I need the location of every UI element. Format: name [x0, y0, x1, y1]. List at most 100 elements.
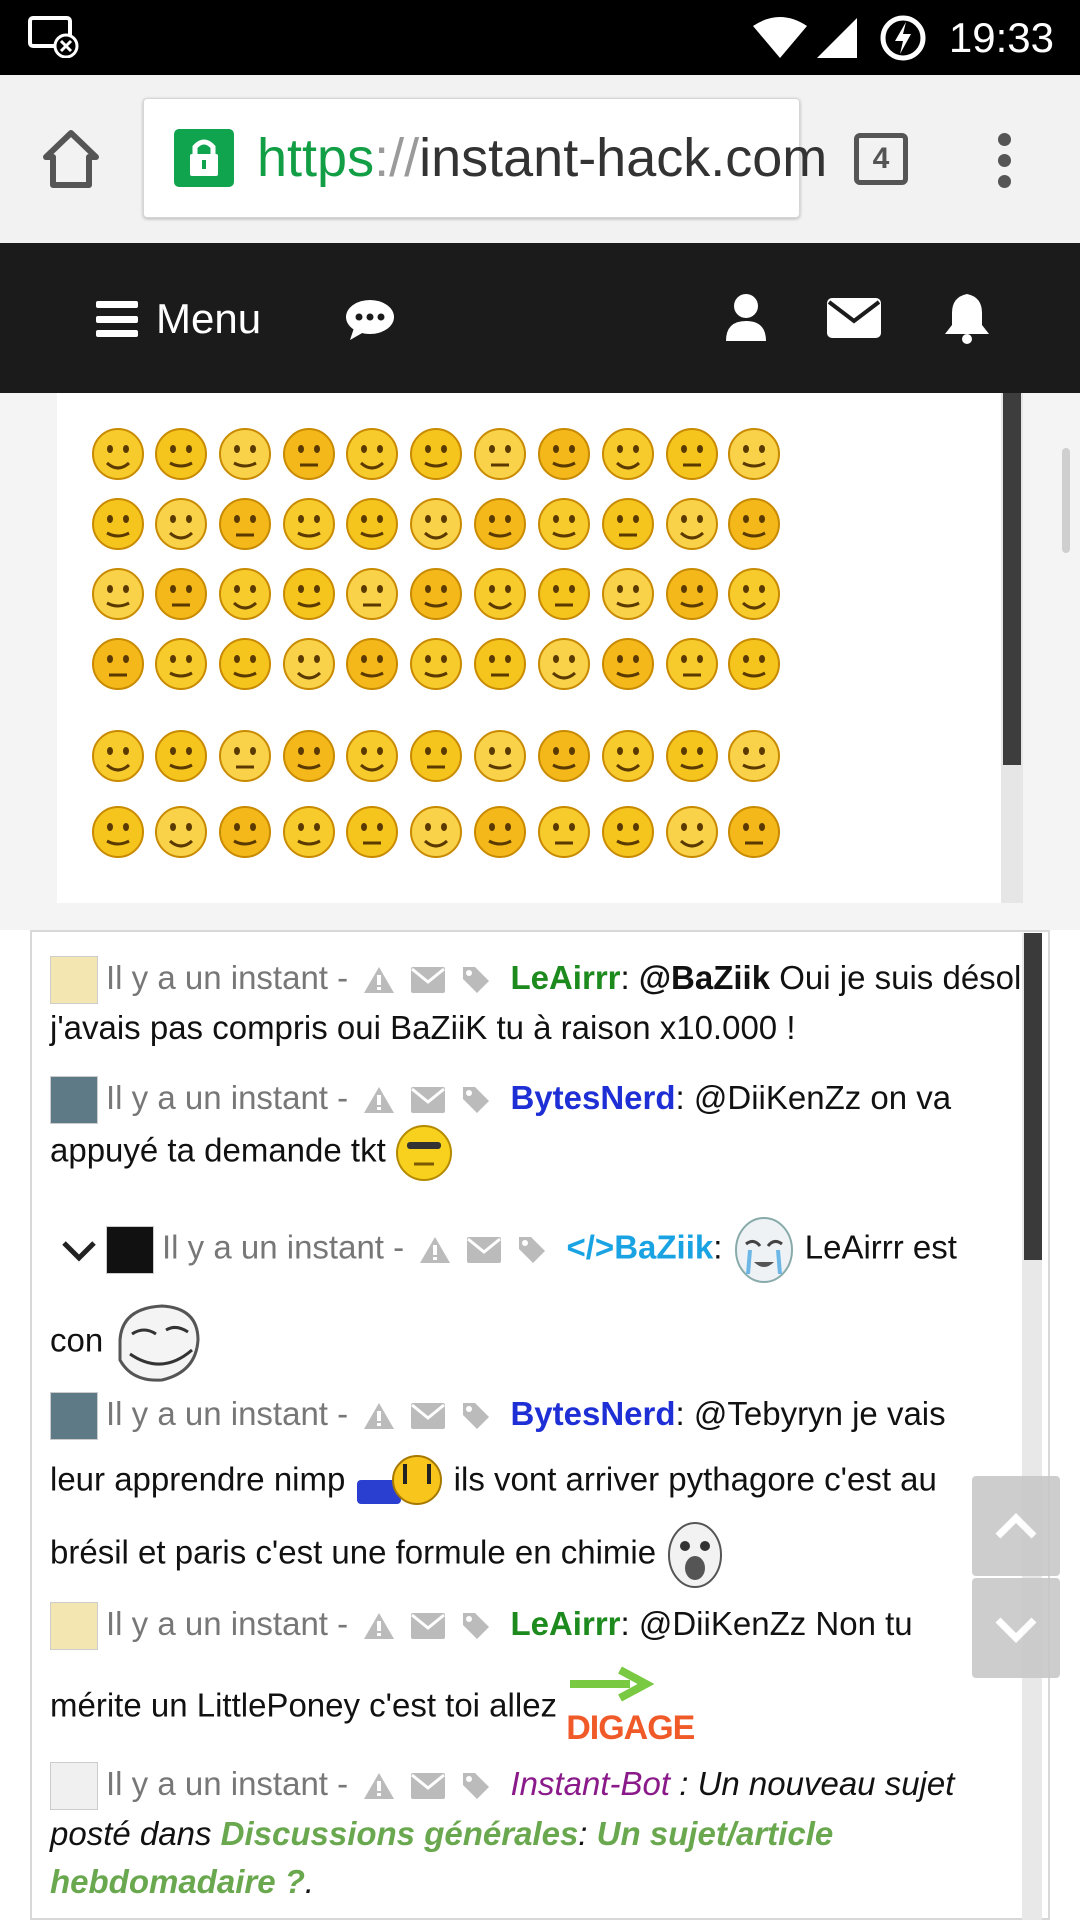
emoji-option[interactable]: [150, 423, 212, 485]
emoji-option[interactable]: [214, 563, 276, 625]
scroll-up-button[interactable]: [972, 1476, 1060, 1576]
emoji-option[interactable]: [278, 633, 340, 695]
username[interactable]: Instant-Bot: [510, 1765, 670, 1802]
emoji-option[interactable]: [405, 493, 467, 555]
emoji-option[interactable]: [150, 801, 212, 863]
username[interactable]: LeAirrr: [510, 959, 620, 996]
emoji-option[interactable]: [661, 725, 723, 787]
emoji-option[interactable]: [661, 801, 723, 863]
emoji-option[interactable]: [469, 633, 531, 695]
tag-icon[interactable]: [517, 1235, 547, 1265]
menu-button[interactable]: Menu: [96, 295, 261, 343]
tag-icon[interactable]: [461, 1085, 491, 1115]
emoji-option[interactable]: [723, 633, 785, 695]
avatar[interactable]: [50, 956, 98, 1005]
username[interactable]: BytesNerd: [510, 1395, 675, 1432]
tag-icon[interactable]: [461, 1401, 491, 1431]
emoji-option[interactable]: [87, 563, 149, 625]
envelope-icon[interactable]: [411, 1613, 446, 1640]
emoji-option[interactable]: [405, 563, 467, 625]
tag-icon[interactable]: [461, 1611, 491, 1641]
avatar[interactable]: [50, 1076, 98, 1125]
emoji-option[interactable]: [341, 801, 403, 863]
warning-icon[interactable]: [363, 1772, 395, 1800]
warning-icon[interactable]: [419, 1236, 451, 1264]
envelope-icon[interactable]: [826, 297, 882, 339]
emoji-option[interactable]: [341, 493, 403, 555]
warning-icon[interactable]: [363, 1402, 395, 1430]
tag-icon[interactable]: [461, 1771, 491, 1801]
emoji-option[interactable]: [597, 725, 659, 787]
envelope-icon[interactable]: [411, 1773, 446, 1800]
forum-link[interactable]: Discussions générales: [221, 1815, 579, 1852]
emoji-option[interactable]: [597, 633, 659, 695]
emoji-option[interactable]: [597, 423, 659, 485]
emoji-option[interactable]: [214, 801, 276, 863]
username[interactable]: BaZiik: [614, 1229, 713, 1266]
emoji-option[interactable]: [533, 563, 595, 625]
warning-icon[interactable]: [363, 1612, 395, 1640]
emoji-option[interactable]: [405, 801, 467, 863]
emoji-option[interactable]: [150, 725, 212, 787]
scroll-down-button[interactable]: [972, 1578, 1060, 1678]
emoji-option[interactable]: [278, 423, 340, 485]
emoji-option[interactable]: [469, 493, 531, 555]
emoji-option[interactable]: [723, 563, 785, 625]
emoji-option[interactable]: [661, 633, 723, 695]
warning-icon[interactable]: [363, 966, 395, 994]
more-vert-icon[interactable]: [998, 133, 1012, 189]
topic-link-cont[interactable]: hebdomadaire ?: [50, 1863, 305, 1900]
emoji-option[interactable]: [87, 423, 149, 485]
emoji-option[interactable]: [533, 725, 595, 787]
envelope-icon[interactable]: [411, 967, 446, 994]
emoji-option[interactable]: [533, 633, 595, 695]
emoji-option[interactable]: [469, 423, 531, 485]
emoji-option[interactable]: [341, 563, 403, 625]
emoji-option[interactable]: [533, 801, 595, 863]
emoji-option[interactable]: [405, 423, 467, 485]
emoji-option[interactable]: [87, 493, 149, 555]
tab-switcher-button[interactable]: 4: [854, 133, 908, 185]
emoji-option[interactable]: [469, 725, 531, 787]
emoji-option[interactable]: [723, 493, 785, 555]
warning-icon[interactable]: [363, 1086, 395, 1114]
emoji-option[interactable]: [214, 493, 276, 555]
emoji-option[interactable]: [87, 801, 149, 863]
emoji-option[interactable]: [150, 563, 212, 625]
chat-bubble-icon[interactable]: [344, 298, 396, 342]
topic-link[interactable]: Un sujet/article: [597, 1815, 834, 1852]
envelope-icon[interactable]: [467, 1237, 502, 1263]
user-icon[interactable]: [724, 293, 768, 343]
emoji-option[interactable]: [661, 563, 723, 625]
emoji-option[interactable]: [723, 725, 785, 787]
emoji-option[interactable]: [278, 493, 340, 555]
avatar[interactable]: [50, 1602, 98, 1651]
envelope-icon[interactable]: [411, 1087, 446, 1114]
emoji-option[interactable]: [87, 725, 149, 787]
emoji-option[interactable]: [469, 801, 531, 863]
emoji-scroll-track[interactable]: [1001, 393, 1023, 903]
emoji-option[interactable]: [597, 801, 659, 863]
emoji-option[interactable]: [214, 633, 276, 695]
emoji-option[interactable]: [150, 493, 212, 555]
emoji-option[interactable]: [597, 493, 659, 555]
bell-icon[interactable]: [942, 291, 992, 345]
emoji-option[interactable]: [341, 725, 403, 787]
emoji-option[interactable]: [597, 563, 659, 625]
address-bar[interactable]: https://instant-hack.com: [143, 98, 827, 218]
emoji-scroll-thumb[interactable]: [1003, 393, 1021, 765]
chat-scroll-thumb[interactable]: [1024, 933, 1042, 1260]
emoji-option[interactable]: [723, 423, 785, 485]
username[interactable]: LeAirrr: [510, 1605, 620, 1642]
emoji-option[interactable]: [661, 493, 723, 555]
avatar[interactable]: [106, 1226, 154, 1274]
envelope-icon[interactable]: [411, 1403, 446, 1430]
emoji-option[interactable]: [469, 563, 531, 625]
emoji-option[interactable]: [341, 633, 403, 695]
emoji-option[interactable]: [278, 725, 340, 787]
avatar[interactable]: [50, 1392, 98, 1441]
page-scrollbar[interactable]: [1062, 448, 1070, 553]
emoji-option[interactable]: [533, 423, 595, 485]
emoji-option[interactable]: [278, 801, 340, 863]
username[interactable]: BytesNerd: [510, 1079, 675, 1116]
